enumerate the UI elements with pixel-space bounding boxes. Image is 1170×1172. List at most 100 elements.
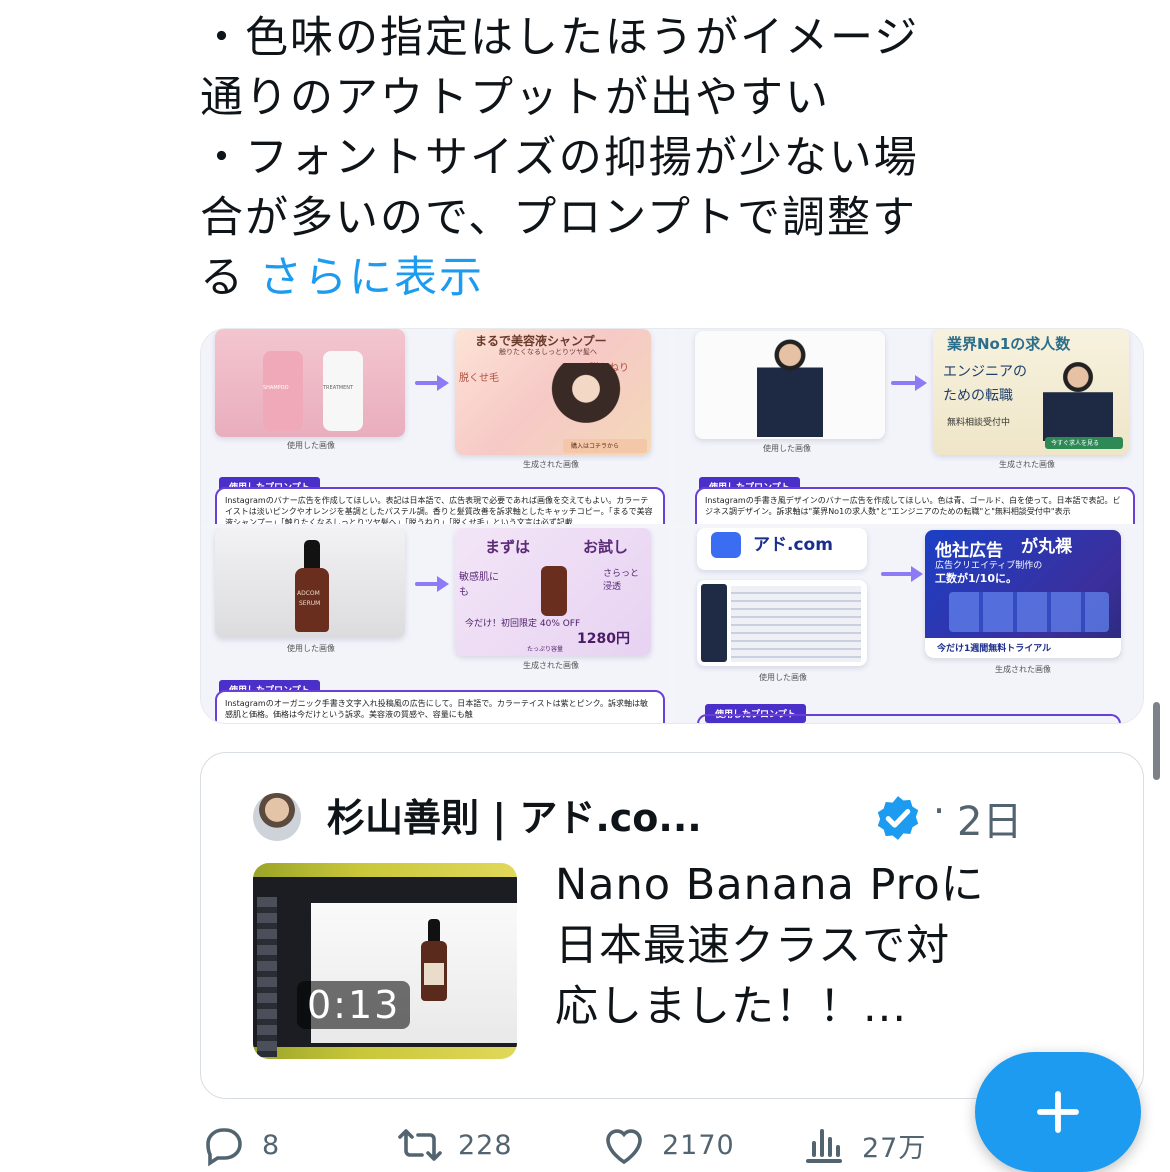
prompt-box-top (697, 714, 1121, 723)
banner-headline: お試し (583, 538, 629, 556)
quoted-author-name: 杉山善則 | アド.co... (327, 796, 702, 840)
used-image-card: ADCOM SERUM (215, 528, 405, 638)
video-thumbnail[interactable]: 0:13 (253, 863, 517, 1059)
views-icon (806, 1129, 842, 1163)
banner-tag: さらっと浸透 (603, 569, 640, 592)
arrow-icon (881, 566, 923, 582)
show-more-link[interactable]: さらに表示 (259, 253, 484, 303)
used-image-card (695, 331, 885, 439)
dashboard-card (697, 580, 867, 666)
reply-count: 8 (262, 1129, 281, 1161)
generated-image-caption: 生成された画像 (523, 661, 579, 670)
scrollbar[interactable] (1153, 702, 1160, 780)
generated-image-caption: 生成された画像 (995, 665, 1051, 674)
banner-offer: 今だけ！初回限定 40% OFF (465, 619, 581, 629)
banner-headline: が丸裸 (1021, 537, 1072, 557)
tweet-line-last: るさらに表示 (200, 248, 1150, 308)
heart-icon (606, 1129, 642, 1165)
prompt-body: Instagramのバナー広告を作成してほしい。表記は日本語で、広告表現で必要で… (225, 496, 653, 524)
verified-badge-icon (877, 796, 919, 840)
prompt-text: Instagramの手書き風デザインのバナー広告を作成してほしい。色は青、ゴール… (695, 487, 1135, 524)
serum-label (424, 963, 444, 985)
quoted-time[interactable]: 2日 (957, 789, 1022, 847)
media-image-shampoo[interactable]: SHAMPOO TREATMENT 使用した画像 まるで美容液シャンプー 触りた… (201, 329, 669, 524)
serum-brand: ADCOM (297, 590, 320, 597)
used-image-caption: 使用した画像 (759, 673, 807, 682)
generated-image-caption: 生成された画像 (523, 460, 579, 469)
quoted-text: Nano Banana Proに 日本最速クラスで対 応しました！！... (555, 855, 1115, 1038)
banner-sub: 触りたくなるしっとりツヤ髪へ (499, 348, 597, 356)
media-image-adcom[interactable]: アド.com 使用した画像 他社広告 が丸裸 広告クリエイティブ制作の 工数が1… (675, 528, 1143, 723)
banner-cta: 今すぐ求人を見る (1051, 440, 1100, 447)
quoted-line: 日本最速クラスで対 (555, 921, 951, 971)
serum-dropper (304, 540, 320, 568)
generated-image-caption: 生成された画像 (999, 460, 1055, 469)
used-image-caption: 使用した画像 (287, 644, 335, 653)
serum-product: SERUM (299, 600, 321, 607)
banner-note: たっぷり容量 (527, 646, 564, 653)
bottle-treatment (323, 351, 363, 431)
used-image-card: SHAMPOO TREATMENT (215, 329, 405, 437)
serum-bottle (541, 566, 567, 616)
plus-icon (1037, 1091, 1079, 1133)
used-image-caption: 使用した画像 (287, 441, 335, 450)
banner-headline: まずは (485, 538, 531, 556)
reply-icon (206, 1128, 242, 1167)
repost-button[interactable]: 228 (396, 1120, 513, 1170)
arrow-icon (415, 375, 449, 391)
prompt-body: Instagramのオーガニック手書き文字入れ投稿風の広告にして。日本語で。カラ… (225, 699, 649, 719)
media-image-recruit[interactable]: 使用した画像 業界No1の求人数 エンジニアの ための転職 無料相談受付中 今す… (675, 329, 1143, 524)
like-count: 2170 (662, 1129, 735, 1161)
tweet-line: 合が多いので、プロンプトで調整す (200, 193, 917, 243)
businessman-figure (1043, 359, 1113, 441)
like-button[interactable]: 2170 (600, 1120, 735, 1170)
prompt-body: Instagramの手書き風デザインのバナー広告を作成してほしい。色は青、ゴール… (705, 496, 1121, 516)
reply-button[interactable]: 8 (200, 1120, 280, 1170)
generated-image-card: まずは お試し 敏感肌にも さらっと浸透 今だけ！初回限定 40% OFF 12… (455, 528, 651, 656)
banner-cta: 今だけ1週間無料トライアル (937, 644, 1052, 654)
banner-screens (949, 592, 1109, 632)
repost-count: 228 (458, 1129, 513, 1161)
bottle-label: SHAMPOO (263, 385, 289, 391)
arrow-icon (415, 576, 449, 592)
quoted-line: Nano Banana Proに (555, 860, 985, 910)
compose-button[interactable] (975, 1052, 1141, 1172)
used-image-caption: 使用した画像 (763, 444, 811, 453)
banner-tag: 敏感肌にも (459, 572, 499, 598)
generated-image-card: 他社広告 が丸裸 広告クリエイティブ制作の 工数が1/10に。 今だけ1週間無料… (925, 530, 1121, 658)
tweet-text: ・色味の指定はしたほうがイメージ 通りのアウトプットが出やすい ・フォントサイズ… (200, 8, 1150, 308)
arrow-icon (891, 375, 927, 391)
media-grid[interactable]: SHAMPOO TREATMENT 使用した画像 まるで美容液シャンプー 触りた… (200, 328, 1144, 724)
banner-line: エンジニアの (943, 364, 1027, 380)
generated-image-card: まるで美容液シャンプー 触りたくなるしっとりツヤ髪へ 脱うねり 脱くせ毛 購入は… (455, 329, 651, 455)
businessman-figure (757, 337, 823, 437)
banner-line: ための転職 (943, 388, 1013, 404)
logo-icon (711, 532, 741, 558)
quoted-line: 応しました！！... (555, 982, 908, 1032)
banner-price: 1280円 (577, 631, 630, 647)
banner-cta: 購入はコチラから (571, 443, 620, 450)
banner-headline: 業界No1の求人数 (947, 335, 1071, 353)
logo-card: アド.com (697, 528, 867, 570)
tweet-line: ・フォントサイズの抑揚が少ない場 (200, 133, 919, 183)
bottle-label: TREATMENT (323, 385, 354, 391)
avatar[interactable] (253, 793, 301, 841)
dashboard-rows (731, 586, 861, 662)
bottle-shampoo (263, 351, 303, 431)
dashboard-sidebar (701, 584, 727, 662)
video-duration: 0:13 (297, 981, 411, 1029)
views-button[interactable]: 27万 (800, 1120, 926, 1170)
prompt-text: Instagramのオーガニック手書き文字入れ投稿風の広告にして。日本語で。カラ… (215, 690, 665, 723)
repost-icon (398, 1129, 442, 1161)
view-count: 27万 (862, 1132, 927, 1164)
video-sidebar (257, 897, 277, 1057)
tweet-line: 通りのアウトプットが出やすい (200, 73, 830, 123)
quoted-tweet[interactable]: 杉山善則 | アド.co... · 2日 0:13 Nano Banana Pr… (200, 752, 1144, 1099)
prompt-text: Instagramのバナー広告を作成してほしい。表記は日本語で、広告表現で必要で… (215, 487, 665, 524)
banner-sub: 工数が1/10に。 (935, 572, 1017, 585)
tweet-line: ・色味の指定はしたほうがイメージ (200, 13, 920, 63)
banner-tag: 脱くせ毛 (459, 373, 499, 384)
media-image-serum[interactable]: ADCOM SERUM 使用した画像 まずは お試し 敏感肌にも さらっと浸透 … (201, 528, 669, 723)
logo-text: アド.com (753, 535, 833, 555)
tweet-line-end: る (200, 253, 245, 303)
